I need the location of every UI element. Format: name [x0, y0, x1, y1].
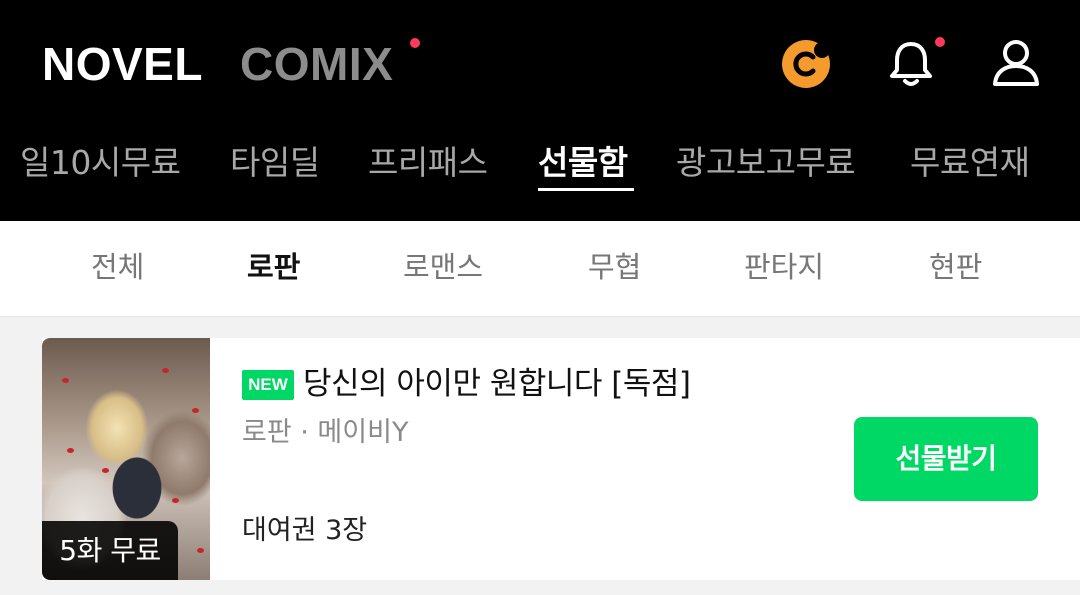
- tab-novel[interactable]: NOVEL: [42, 38, 203, 90]
- new-badge: NEW: [242, 370, 294, 400]
- genre-fantasy[interactable]: 판타지: [744, 247, 824, 287]
- free-episodes-badge: 5화 무료: [42, 521, 178, 580]
- comix-notification-dot: [410, 38, 420, 48]
- book-cover-image[interactable]: 5화 무료: [42, 338, 210, 580]
- rental-ticket-count: 대여권 3장: [242, 515, 368, 546]
- genre-martial-arts[interactable]: 무협: [588, 247, 641, 287]
- tab-free-pass[interactable]: 프리패스: [368, 140, 488, 190]
- list-item[interactable]: 5화 무료 NEW 당신의 아이만 원합니다 [독점] 로판 · 메이비Y 대여…: [42, 338, 1080, 580]
- genre-romance-fantasy[interactable]: 로판: [247, 247, 300, 287]
- coin-icon[interactable]: [782, 40, 830, 88]
- bell-icon[interactable]: [887, 38, 935, 88]
- tab-time-deal[interactable]: 타임딜: [230, 140, 320, 190]
- genre-modern-fantasy[interactable]: 현판: [929, 247, 982, 287]
- tab-ad-free[interactable]: 광고보고무료: [676, 140, 856, 190]
- book-meta: 로판 · 메이비Y: [242, 417, 409, 448]
- tab-daily-free[interactable]: 일10시무료: [20, 140, 181, 190]
- tab-gift-box[interactable]: 선물함: [538, 140, 628, 190]
- genre-romance[interactable]: 로맨스: [403, 247, 483, 287]
- genre-filter-bar: 전체 로판 로맨스 무협 판타지 현판: [0, 221, 1080, 317]
- book-title[interactable]: 당신의 아이만 원합니다 [독점]: [303, 363, 691, 405]
- user-icon[interactable]: [990, 38, 1042, 88]
- genre-all[interactable]: 전체: [91, 247, 144, 287]
- receive-gift-button[interactable]: 선물받기: [854, 417, 1038, 501]
- tab-free-serial[interactable]: 무료연재: [910, 140, 1030, 190]
- active-tab-underline: [538, 188, 634, 191]
- app-header: NOVEL COMIX 일10시무료 타임딜 프리패스 선물함 광고보고무료 무…: [0, 0, 1080, 221]
- top-tab-bar: 일10시무료 타임딜 프리패스 선물함 광고보고무료 무료연재: [0, 140, 1080, 190]
- bell-notification-dot: [935, 37, 945, 47]
- tab-comix[interactable]: COMIX: [240, 38, 393, 90]
